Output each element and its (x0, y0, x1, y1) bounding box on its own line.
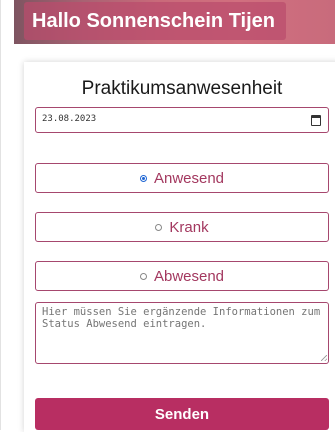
notes-textarea[interactable] (35, 302, 329, 364)
option-anwesend-label: Anwesend (153, 169, 225, 187)
left-edge-line (0, 0, 1, 430)
submit-button[interactable]: Senden (35, 398, 329, 430)
calendar-icon[interactable] (311, 115, 321, 126)
form-title: Praktikumsanwesenheit (81, 78, 283, 99)
option-abwesend-label: Abwesend (153, 267, 225, 285)
date-value: 23.08.2023 (42, 114, 97, 124)
option-krank[interactable]: Krank (35, 212, 329, 242)
radio-krank-icon[interactable] (155, 223, 163, 231)
left-edge (0, 0, 14, 430)
radio-anwesend-icon[interactable] (139, 174, 147, 182)
option-krank-label: Krank (169, 218, 209, 236)
greeting-title: Hallo Sonnenschein Tijen (24, 2, 286, 40)
option-abwesend[interactable]: Abwesend (35, 261, 329, 291)
option-anwesend[interactable]: Anwesend (35, 163, 329, 193)
radio-abwesend-icon[interactable] (139, 272, 147, 280)
date-input[interactable]: 23.08.2023 (35, 107, 329, 133)
resize-grip-icon[interactable] (321, 355, 327, 361)
